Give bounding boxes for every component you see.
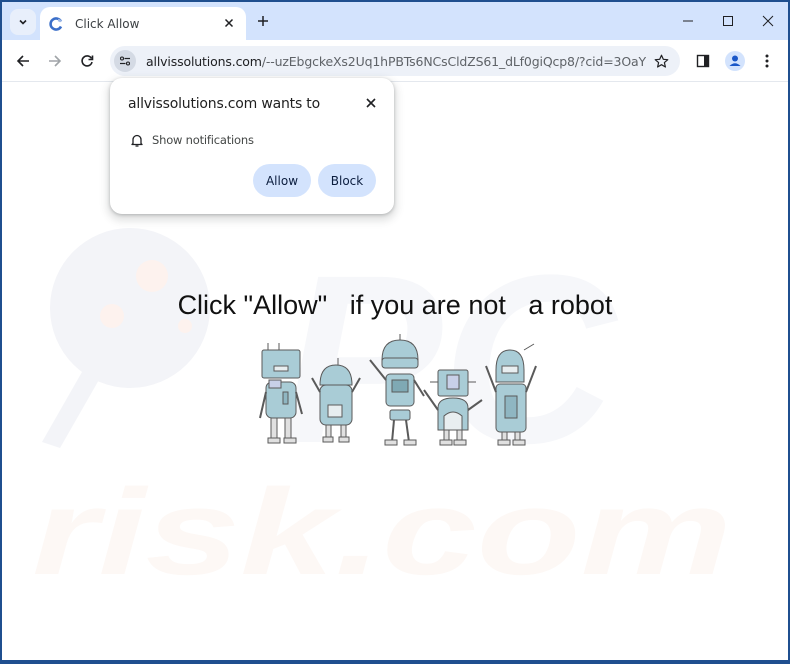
- site-info-icon: [119, 56, 131, 66]
- permission-row: Show notifications: [130, 133, 254, 147]
- watermark-risk-text: risk.com: [32, 464, 732, 600]
- bookmark-button[interactable]: [652, 52, 670, 70]
- profile-button[interactable]: [723, 49, 747, 73]
- robot-4: [423, 369, 483, 446]
- block-button[interactable]: Block: [318, 164, 376, 197]
- menu-icon: [765, 54, 769, 68]
- reload-button[interactable]: [75, 49, 99, 73]
- profile-icon: [725, 51, 745, 71]
- back-button[interactable]: [11, 49, 35, 73]
- window-controls: [668, 2, 788, 40]
- browser-toolbar: allvissolutions.com/--uzEbgckeXs2Uq1hPBT…: [2, 40, 788, 82]
- tab-search-button[interactable]: [10, 9, 36, 35]
- tab-title: Click Allow: [75, 16, 140, 31]
- url-path: /--uzEbgckeXs2Uq1hPBTs6NCsCldZS61_dLf0gi…: [261, 53, 646, 69]
- minimize-button[interactable]: [668, 2, 708, 40]
- side-panel-button[interactable]: [691, 49, 715, 73]
- forward-icon: [49, 55, 62, 67]
- reload-icon: [81, 55, 94, 67]
- url-domain: allvissolutions.com: [146, 53, 262, 69]
- menu-button[interactable]: [755, 49, 779, 73]
- back-icon: [16, 55, 29, 67]
- side-panel-icon: [696, 54, 710, 68]
- site-info-button[interactable]: [114, 50, 136, 72]
- permission-label: Show notifications: [152, 133, 254, 147]
- page-headline: Click "Allow" if you are not a robot: [177, 290, 613, 320]
- chevron-down-icon: [19, 19, 27, 25]
- minimize-icon: [683, 20, 693, 22]
- tab-active[interactable]: Click Allow: [40, 7, 246, 40]
- close-icon: [366, 98, 376, 108]
- robot-3: [369, 334, 425, 446]
- robot-1: [259, 343, 303, 444]
- browser-window: Click Allow allvissolutions.com/--uzEbgc…: [2, 2, 788, 660]
- magnifier-watermark-icon: [42, 228, 210, 448]
- robot-5: [485, 343, 537, 446]
- notification-permission-popup: allvissolutions.com wants to Show notifi…: [110, 78, 394, 214]
- url-text[interactable]: allvissolutions.com/--uzEbgckeXs2Uq1hPBT…: [146, 54, 646, 69]
- bell-icon: [131, 134, 143, 147]
- maximize-button[interactable]: [708, 2, 748, 40]
- loading-spinner-icon: [49, 16, 63, 31]
- popup-title: allvissolutions.com wants to: [128, 96, 320, 112]
- close-window-button[interactable]: [748, 2, 788, 40]
- robot-2: [311, 358, 361, 443]
- address-bar[interactable]: allvissolutions.com/--uzEbgckeXs2Uq1hPBT…: [110, 46, 680, 76]
- tab-close-icon[interactable]: [222, 16, 236, 30]
- tab-strip: Click Allow: [2, 2, 788, 40]
- allow-button[interactable]: Allow: [253, 164, 311, 197]
- close-icon: [762, 15, 774, 27]
- bookmark-star-icon: [654, 54, 668, 68]
- robots-illustration: [259, 334, 537, 446]
- new-tab-button[interactable]: [254, 12, 272, 30]
- popup-close-button[interactable]: [364, 96, 378, 110]
- maximize-icon: [723, 16, 733, 26]
- forward-button[interactable]: [43, 49, 67, 73]
- plus-icon: [258, 16, 268, 26]
